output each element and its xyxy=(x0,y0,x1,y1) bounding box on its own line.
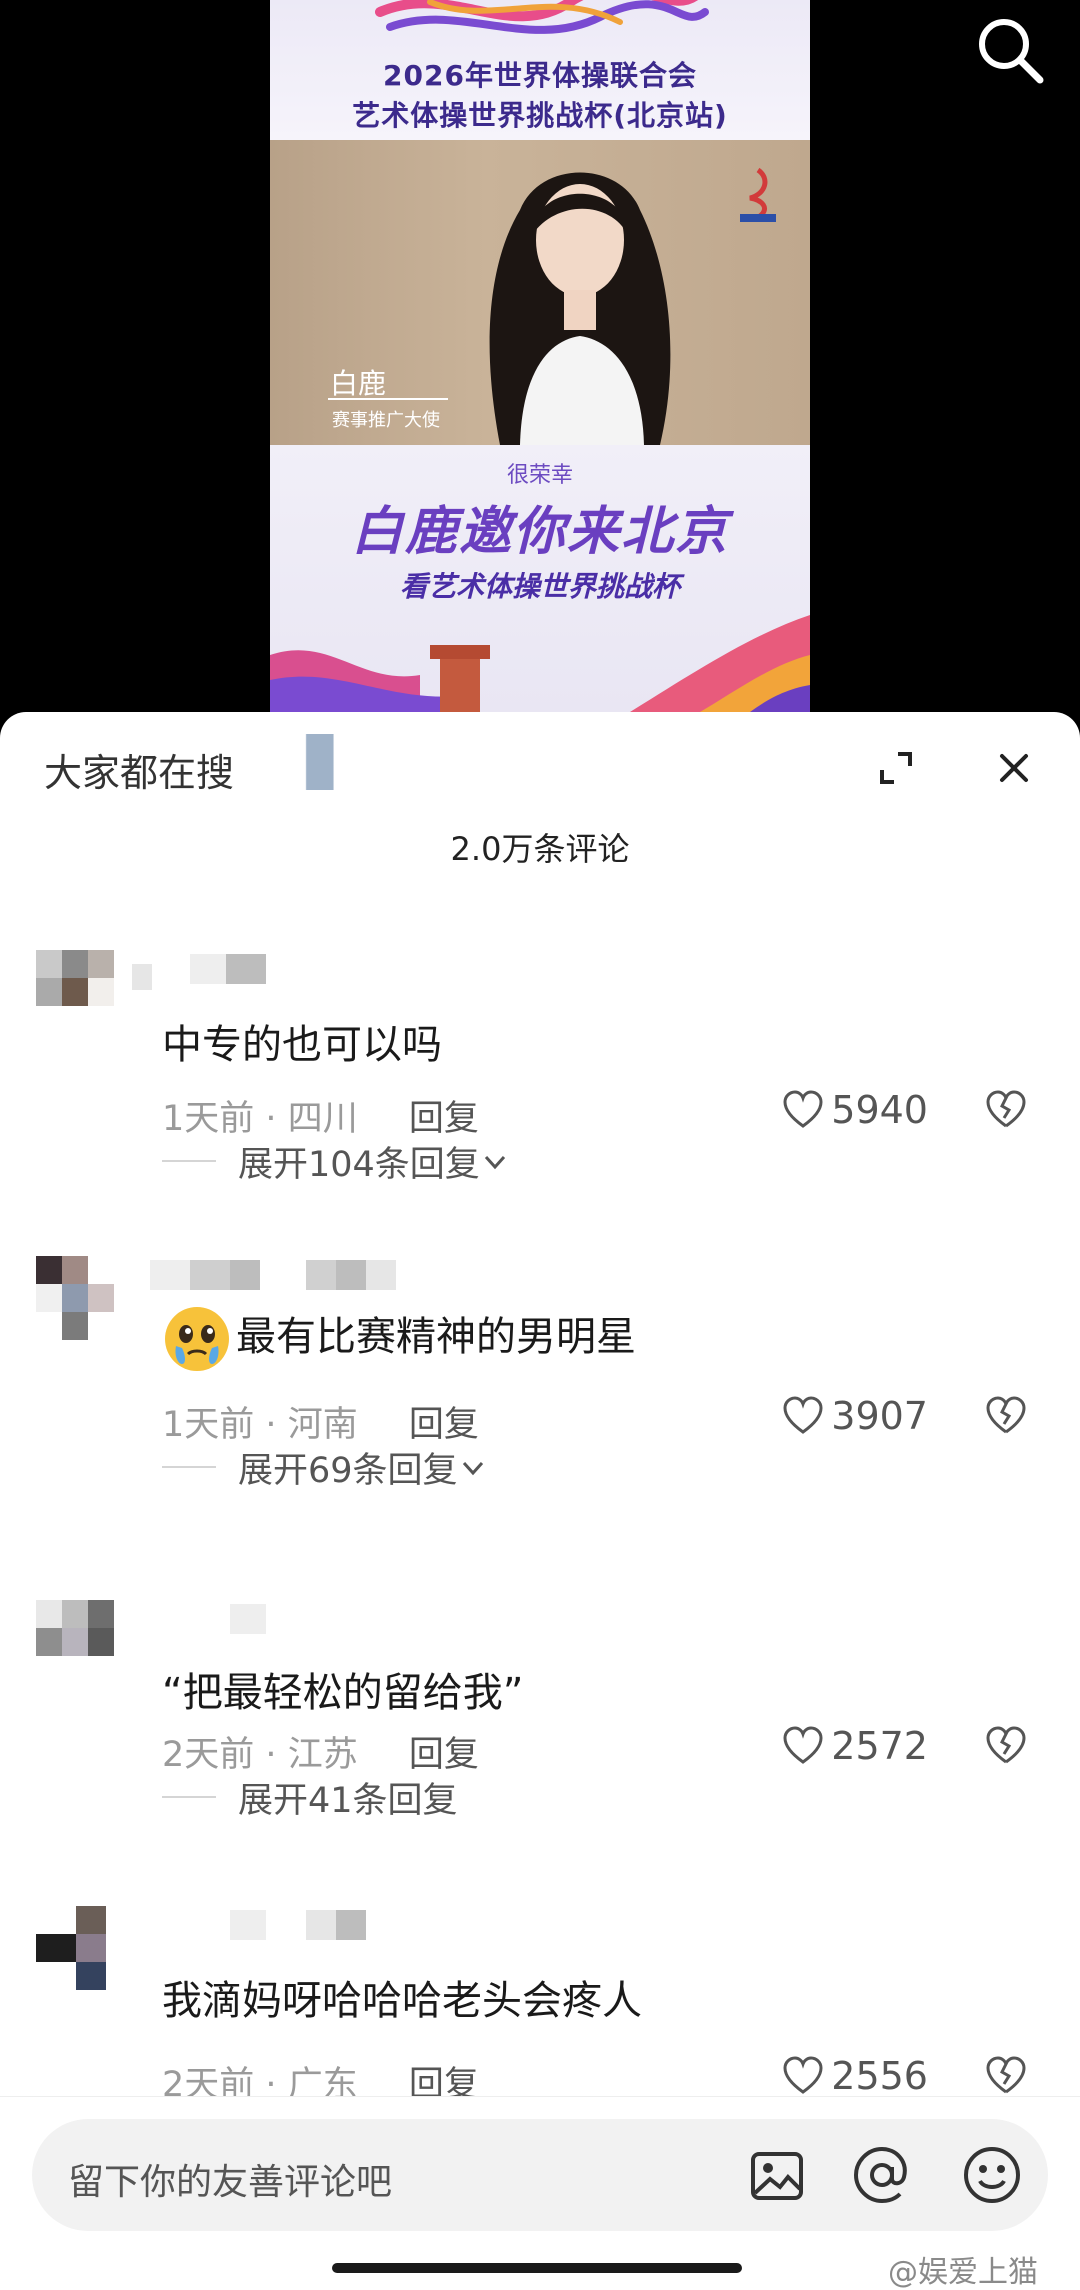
poster-photo: 白鹿 赛事推广大使 xyxy=(270,140,810,445)
watermark: @娱爱上猫 xyxy=(888,2255,1038,2290)
like-count: 2572 xyxy=(831,1724,928,1768)
comment-count: 2.0万条评论 xyxy=(450,830,630,868)
comment-time: 1天前 xyxy=(162,1099,255,1139)
username-blurred[interactable] xyxy=(150,1906,430,1946)
avatar[interactable] xyxy=(36,950,152,1034)
heart-icon xyxy=(783,1090,823,1128)
comment-text-row: 最有比赛精神的男明星 xyxy=(162,1304,636,1374)
comment-location: 四川 xyxy=(287,1099,358,1139)
broken-heart-icon[interactable] xyxy=(984,1724,1028,1768)
expand-replies-label: 展开104条回复 xyxy=(238,1145,480,1185)
comment-sheet: 大家都在搜 2.0万条评论 中专的也可以吗 1天前 · 四川 回复 5940 展… xyxy=(0,712,1080,2290)
username-blurred[interactable] xyxy=(150,1600,430,1640)
avatar[interactable] xyxy=(36,1256,152,1340)
person-photo xyxy=(489,172,671,445)
comment-meta: 1天前 · 河南 回复 xyxy=(162,1396,479,1447)
replies-divider xyxy=(162,1796,216,1798)
search-icon[interactable] xyxy=(974,14,1046,86)
expand-replies-label: 展开41条回复 xyxy=(238,1781,458,1821)
close-icon[interactable] xyxy=(994,748,1034,788)
comment-item: 中专的也可以吗 1天前 · 四川 回复 5940 展开104条回复 xyxy=(0,950,1080,1185)
crying-face-icon xyxy=(165,1307,229,1371)
comment-input-placeholder: 留下你的友善评论吧 xyxy=(68,2162,393,2203)
comment-time: 1天前 xyxy=(162,1405,255,1445)
like-button[interactable]: 2572 xyxy=(781,1724,928,1768)
chevron-down-icon xyxy=(462,1461,483,1475)
comment-item: 最有比赛精神的男明星 1天前 · 河南 回复 3907 展开69条回复 xyxy=(0,1256,1080,1491)
hot-search-term-blurred[interactable] xyxy=(256,734,366,790)
replies-divider xyxy=(162,1466,216,1468)
comment-text: 中专的也可以吗 xyxy=(162,1022,442,1068)
meta-separator: · xyxy=(265,1735,288,1775)
name-divider xyxy=(328,398,448,400)
expand-replies-button[interactable]: 展开69条回复 xyxy=(238,1442,488,1493)
comment-text: “把最轻松的留给我” xyxy=(162,1670,524,1716)
broken-heart-icon[interactable] xyxy=(984,1088,1028,1132)
heart-icon xyxy=(783,1726,823,1764)
like-button[interactable]: 5940 xyxy=(781,1088,928,1132)
replies-divider xyxy=(162,1160,216,1162)
poster-invite: 很荣幸 白鹿邀你来北京 看艺术体操世界挑战杯 xyxy=(270,445,810,712)
comment-time: 2天前 xyxy=(162,1735,255,1775)
beijing-logo-art xyxy=(375,0,709,34)
heart-icon xyxy=(783,1396,823,1434)
video-poster: 2026年世界体操联合会 艺术体操世界挑战杯(北京站) 白鹿 赛事推广大使 很荣… xyxy=(270,0,810,712)
comment-item: “把最轻松的留给我” 2天前 · 江苏 回复 2572 展开41条回复 xyxy=(0,1600,1080,1821)
heart-icon xyxy=(783,2056,823,2094)
invite-headline: 白鹿邀你来北京 xyxy=(350,502,729,562)
username-blurred[interactable] xyxy=(150,950,430,990)
event-emblem-icon xyxy=(740,167,776,222)
like-button[interactable]: 2556 xyxy=(781,2054,928,2098)
like-count: 3907 xyxy=(831,1394,928,1438)
home-indicator[interactable] xyxy=(332,2263,742,2273)
like-button[interactable]: 3907 xyxy=(781,1394,928,1438)
reply-button[interactable]: 回复 xyxy=(409,1405,479,1445)
comment-text: 我滴妈呀哈哈哈老头会疼人 xyxy=(162,1978,642,2024)
comment-item: 我滴妈呀哈哈哈老头会疼人 2天前 · 广东 回复 2556 xyxy=(0,1906,1080,2105)
poster-title-line1: 2026年世界体操联合会 xyxy=(383,59,697,92)
expand-icon[interactable] xyxy=(876,748,916,788)
poster-header: 2026年世界体操联合会 艺术体操世界挑战杯(北京站) xyxy=(270,0,810,140)
expand-replies-label: 展开69条回复 xyxy=(238,1451,458,1491)
meta-separator: · xyxy=(265,1099,288,1139)
expand-replies-button[interactable]: 展开41条回复 xyxy=(238,1772,458,1823)
comment-meta: 2天前 · 江苏 回复 xyxy=(162,1726,479,1777)
avatar[interactable] xyxy=(36,1906,152,1990)
expand-replies-button[interactable]: 展开104条回复 xyxy=(238,1136,510,1187)
comment-input-bar: 留下你的友善评论吧 @娱爱上猫 xyxy=(0,2096,1080,2290)
comment-input[interactable]: 留下你的友善评论吧 xyxy=(32,2119,1048,2231)
ribbon-decoration xyxy=(270,615,810,712)
video-player[interactable]: 2026年世界体操联合会 艺术体操世界挑战杯(北京站) 白鹿 赛事推广大使 很荣… xyxy=(0,0,1080,740)
username-blurred[interactable] xyxy=(150,1256,430,1296)
broken-heart-icon[interactable] xyxy=(984,2054,1028,2098)
avatar[interactable] xyxy=(36,1600,152,1684)
comment-location: 河南 xyxy=(287,1405,358,1445)
image-icon[interactable] xyxy=(750,2149,804,2203)
reply-button[interactable]: 回复 xyxy=(409,1099,479,1139)
comment-location: 江苏 xyxy=(287,1735,358,1775)
comment-text: 最有比赛精神的男明星 xyxy=(236,1314,636,1360)
chevron-down-icon xyxy=(484,1155,505,1169)
like-count: 2556 xyxy=(831,2054,928,2098)
invite-small-text: 很荣幸 xyxy=(506,463,573,488)
broken-heart-icon[interactable] xyxy=(984,1394,1028,1438)
reply-button[interactable]: 回复 xyxy=(409,1735,479,1775)
meta-separator: · xyxy=(265,1405,288,1445)
mention-at-icon[interactable] xyxy=(852,2145,912,2205)
poster-title-line2: 艺术体操世界挑战杯(北京站) xyxy=(352,99,728,132)
person-role: 赛事推广大使 xyxy=(332,410,440,431)
person-name: 白鹿 xyxy=(330,367,387,400)
comment-meta: 1天前 · 四川 回复 xyxy=(162,1090,479,1141)
like-count: 5940 xyxy=(831,1088,928,1132)
emoji-icon[interactable] xyxy=(962,2145,1022,2205)
hot-search-label[interactable]: 大家都在搜 xyxy=(44,742,234,797)
